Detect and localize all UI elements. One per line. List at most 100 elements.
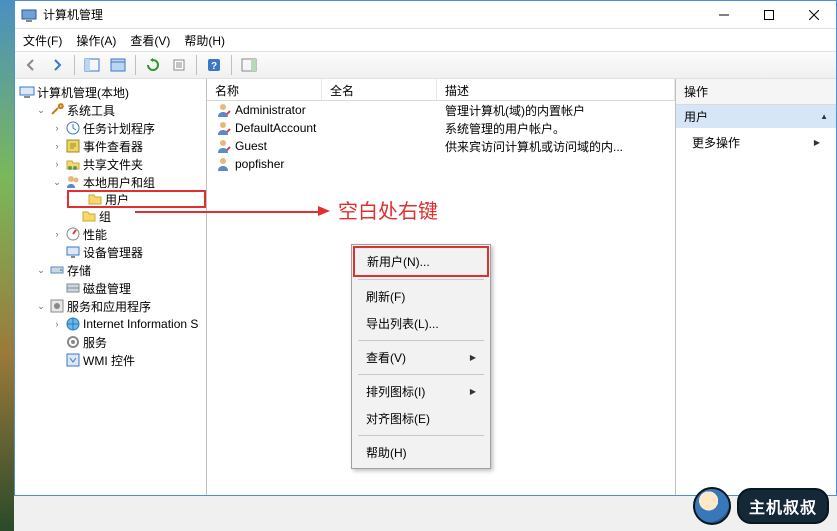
ctx-align[interactable]: 对齐图标(E) bbox=[354, 405, 488, 432]
user-icon bbox=[215, 138, 231, 154]
expand-icon[interactable]: › bbox=[51, 141, 63, 151]
tree-users[interactable]: 用户 bbox=[67, 190, 206, 208]
window-controls bbox=[701, 1, 836, 29]
tree-wmi[interactable]: WMI 控件 bbox=[51, 351, 206, 369]
users-icon bbox=[65, 174, 81, 190]
list-row[interactable]: popfisher bbox=[207, 155, 675, 173]
expand-icon[interactable]: › bbox=[51, 229, 63, 239]
tree-root[interactable]: 计算机管理(本地) bbox=[19, 83, 206, 101]
gear-icon bbox=[65, 334, 81, 350]
titlebar[interactable]: 计算机管理 bbox=[15, 1, 836, 29]
tree-services-apps[interactable]: ⌄服务和应用程序 bbox=[35, 297, 206, 315]
action-pane-button[interactable] bbox=[237, 54, 261, 76]
export-button[interactable] bbox=[167, 54, 191, 76]
ctx-view[interactable]: 查看(V)▶ bbox=[354, 344, 488, 371]
collapse-icon[interactable]: ⌄ bbox=[51, 177, 63, 188]
tree-local-users-groups[interactable]: ⌄本地用户和组 bbox=[51, 173, 206, 191]
ctx-new-user[interactable]: 新用户(N)... bbox=[353, 246, 489, 277]
toolbar: ? bbox=[15, 51, 836, 79]
tree-services[interactable]: 服务 bbox=[51, 333, 206, 351]
tools-icon bbox=[49, 102, 65, 118]
tree-event-viewer[interactable]: ›事件查看器 bbox=[51, 137, 206, 155]
tree-system-tools[interactable]: ⌄ 系统工具 bbox=[35, 101, 206, 119]
computer-management-window: 计算机管理 文件(F) 操作(A) 查看(V) 帮助(H) ? bbox=[14, 0, 837, 496]
ctx-separator bbox=[358, 279, 484, 280]
tree-performance[interactable]: ›性能 bbox=[51, 225, 206, 243]
tree-groups[interactable]: 组 bbox=[67, 207, 206, 225]
col-fullname[interactable]: 全名 bbox=[322, 79, 437, 100]
actions-pane: 操作 用户 ▲ 更多操作 ▶ bbox=[676, 79, 836, 495]
tree-iis[interactable]: ›Internet Information S bbox=[51, 315, 206, 333]
list-header: 名称 全名 描述 bbox=[207, 79, 675, 101]
app-icon bbox=[21, 7, 37, 23]
submenu-arrow-icon: ▶ bbox=[470, 353, 476, 362]
col-name[interactable]: 名称 bbox=[207, 79, 322, 100]
menubar: 文件(F) 操作(A) 查看(V) 帮助(H) bbox=[15, 29, 836, 51]
menu-action[interactable]: 操作(A) bbox=[76, 32, 116, 49]
list-row[interactable]: Administrator 管理计算机(域)的内置帐户 bbox=[207, 101, 675, 119]
menu-file[interactable]: 文件(F) bbox=[23, 32, 62, 49]
back-button[interactable] bbox=[19, 54, 43, 76]
help-button[interactable]: ? bbox=[202, 54, 226, 76]
list-pane[interactable]: 名称 全名 描述 Administrator 管理计算机(域)的内置帐户 Def… bbox=[207, 79, 676, 495]
collapse-icon[interactable]: ⌄ bbox=[35, 105, 47, 116]
list-row[interactable]: Guest 供来宾访问计算机或访问域的内... bbox=[207, 137, 675, 155]
show-hide-tree-button[interactable] bbox=[80, 54, 104, 76]
tree-task-scheduler[interactable]: ›任务计划程序 bbox=[51, 119, 206, 137]
separator bbox=[74, 55, 75, 75]
folder-icon bbox=[87, 191, 103, 207]
window-title: 计算机管理 bbox=[43, 6, 103, 23]
tree-storage[interactable]: ⌄存储 bbox=[35, 261, 206, 279]
watermark: 主机叔叔 bbox=[693, 487, 829, 525]
expand-icon[interactable]: › bbox=[51, 159, 63, 169]
collapse-arrow-icon: ▲ bbox=[820, 112, 828, 121]
performance-icon bbox=[65, 226, 81, 242]
ctx-arrange[interactable]: 排列图标(I)▶ bbox=[354, 378, 488, 405]
folder-icon bbox=[81, 208, 97, 224]
ctx-separator bbox=[358, 374, 484, 375]
menu-view[interactable]: 查看(V) bbox=[130, 32, 170, 49]
body: 计算机管理(本地) ⌄ 系统工具 ›任务计划程序 ›事件查看器 bbox=[15, 79, 836, 495]
tree-device-manager[interactable]: 设备管理器 bbox=[51, 243, 206, 261]
watermark-avatar bbox=[693, 487, 731, 525]
close-button[interactable] bbox=[791, 1, 836, 29]
submenu-arrow-icon: ▶ bbox=[470, 387, 476, 396]
disk-icon bbox=[65, 280, 81, 296]
watermark-text: 主机叔叔 bbox=[737, 488, 829, 524]
expand-icon[interactable]: › bbox=[51, 319, 63, 329]
tree-pane[interactable]: 计算机管理(本地) ⌄ 系统工具 ›任务计划程序 ›事件查看器 bbox=[15, 79, 207, 495]
svg-text:?: ? bbox=[211, 61, 217, 72]
user-icon bbox=[215, 120, 231, 136]
tree-shared-folders[interactable]: ›共享文件夹 bbox=[51, 155, 206, 173]
minimize-button[interactable] bbox=[701, 1, 746, 29]
collapse-icon[interactable]: ⌄ bbox=[35, 265, 47, 276]
refresh-button[interactable] bbox=[141, 54, 165, 76]
collapse-icon[interactable]: ⌄ bbox=[35, 301, 47, 312]
expand-icon[interactable]: › bbox=[51, 123, 63, 133]
maximize-button[interactable] bbox=[746, 1, 791, 29]
list-body[interactable]: Administrator 管理计算机(域)的内置帐户 DefaultAccou… bbox=[207, 101, 675, 495]
ctx-separator bbox=[358, 340, 484, 341]
ctx-separator bbox=[358, 435, 484, 436]
event-icon bbox=[65, 138, 81, 154]
context-menu: 新用户(N)... 刷新(F) 导出列表(L)... 查看(V)▶ 排列图标(I… bbox=[351, 244, 491, 469]
desktop-background-strip bbox=[0, 0, 14, 531]
computer-icon bbox=[19, 84, 35, 100]
separator bbox=[196, 55, 197, 75]
actions-header: 操作 bbox=[676, 79, 836, 105]
col-desc[interactable]: 描述 bbox=[437, 79, 675, 100]
list-row[interactable]: DefaultAccount 系统管理的用户帐户。 bbox=[207, 119, 675, 137]
ctx-refresh[interactable]: 刷新(F) bbox=[354, 283, 488, 310]
ctx-help[interactable]: 帮助(H) bbox=[354, 439, 488, 466]
actions-scope[interactable]: 用户 ▲ bbox=[676, 105, 836, 128]
separator bbox=[135, 55, 136, 75]
user-icon bbox=[215, 156, 231, 172]
properties-button[interactable] bbox=[106, 54, 130, 76]
forward-button[interactable] bbox=[45, 54, 69, 76]
tree-disk-management[interactable]: 磁盘管理 bbox=[51, 279, 206, 297]
separator bbox=[231, 55, 232, 75]
actions-more[interactable]: 更多操作 ▶ bbox=[676, 128, 836, 157]
menu-help[interactable]: 帮助(H) bbox=[184, 32, 225, 49]
submenu-arrow-icon: ▶ bbox=[814, 138, 820, 147]
ctx-export[interactable]: 导出列表(L)... bbox=[354, 310, 488, 337]
